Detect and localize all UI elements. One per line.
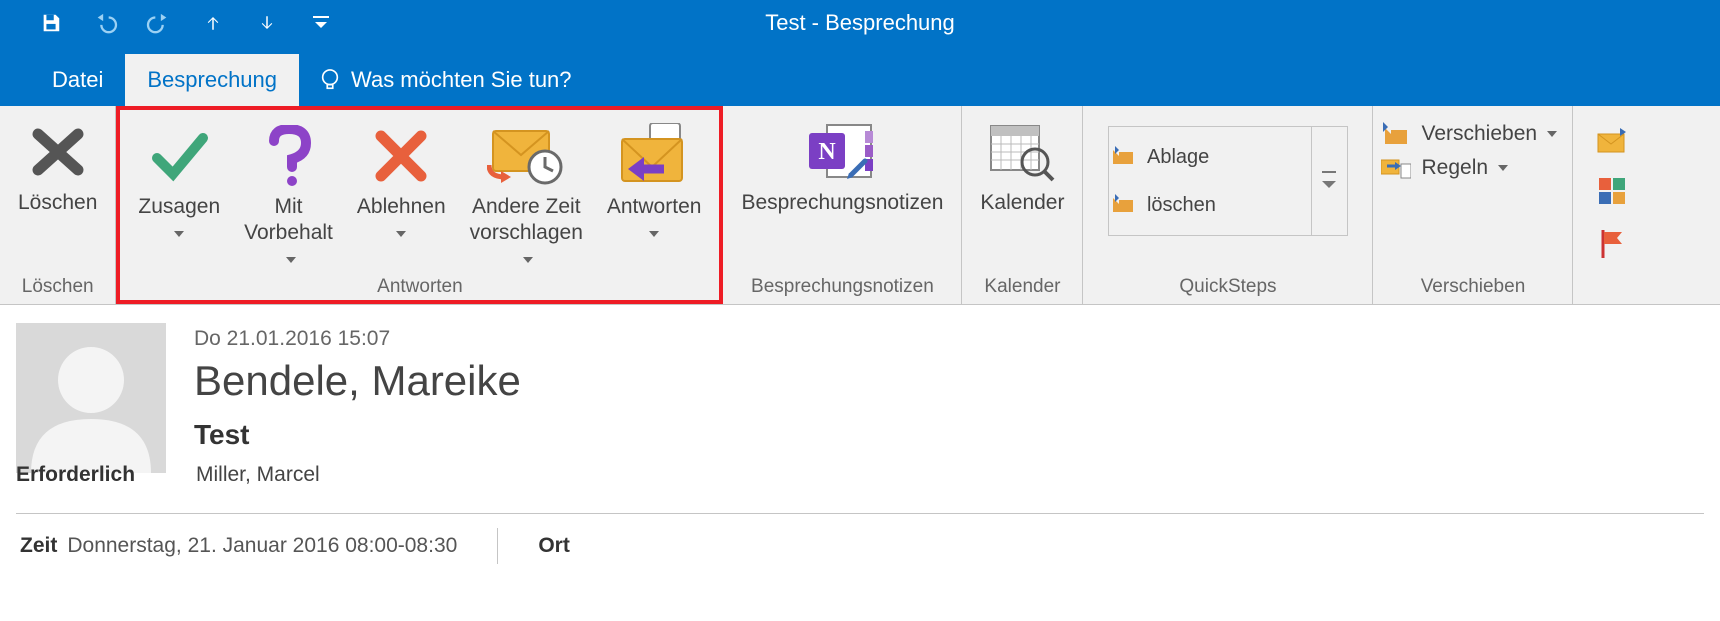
sender-avatar [16,323,166,473]
message-date: Do 21.01.2016 15:07 [194,327,1704,351]
delete-label: Löschen [18,190,97,216]
time-label: Zeit [20,534,57,558]
reply-dropdown[interactable] [649,222,659,245]
time-value: Donnerstag, 21. Januar 2016 08:00-08:30 [67,534,457,558]
question-icon [264,122,314,190]
lightbulb-icon [319,67,341,93]
x-icon [373,122,429,190]
quickstep-2-label: löschen [1147,194,1216,217]
rules-label: Regeln [1421,156,1488,180]
svg-text:N: N [819,139,837,165]
ribbon: Löschen Löschen Zusagen Mit Vorbehalt [0,106,1720,305]
folder-move-icon [1113,194,1139,216]
message-sender: Bendele, Mareike [194,357,1704,405]
group-edge [1573,106,1653,304]
separator [16,513,1704,514]
propose-label: Andere Zeit vorschlagen [470,194,583,247]
title-bar: Test - Besprechung [0,0,1720,46]
folder-move-icon [1113,146,1139,168]
meeting-time-row: Zeit Donnerstag, 21. Januar 2016 08:00-0… [16,528,1704,564]
decline-button[interactable]: Ablehnen [347,116,456,245]
accept-dropdown[interactable] [174,222,184,245]
redo-icon[interactable] [146,10,172,36]
quicksteps-expand[interactable] [1311,127,1347,235]
calendar-search-icon [987,118,1057,186]
required-label: Erforderlich [16,463,166,487]
decline-label: Ablehnen [357,194,446,220]
group-calendar: Kalender Kalender [962,106,1083,304]
tab-meeting[interactable]: Besprechung [125,54,299,106]
group-meeting-notes: N Besprechungsnotizen Besprechungsnotize… [723,106,962,304]
tentative-label: Mit Vorbehalt [244,194,333,247]
decline-dropdown[interactable] [396,222,406,245]
customize-qat-icon[interactable] [308,10,334,36]
divider [497,528,498,564]
required-value: Miller, Marcel [196,463,320,487]
group-notes-label: Besprechungsnotizen [731,272,953,304]
tab-strip: Datei Besprechung Was möchten Sie tun? [0,46,1720,106]
accept-button[interactable]: Zusagen [128,116,230,245]
accept-label: Zusagen [138,194,220,220]
group-quicksteps: Ablage löschen QuickSteps [1083,106,1373,304]
reply-label: Antworten [607,194,702,220]
calendar-label: Kalender [980,190,1064,216]
quick-access-toolbar [0,10,334,36]
checkmark-icon [149,122,209,190]
save-icon[interactable] [38,10,64,36]
move-label: Verschieben [1421,122,1537,146]
group-respond-label: Antworten [128,272,711,304]
follow-up-flag-icon[interactable] [1601,230,1625,266]
delete-icon [28,118,88,186]
meeting-notes-label: Besprechungsnotizen [741,190,943,216]
calendar-button[interactable]: Kalender [970,112,1074,216]
message-header: Do 21.01.2016 15:07 Bendele, Mareike Tes… [0,305,1720,564]
move-dropdown-icon [1547,131,1557,137]
group-delete-label: Löschen [8,272,107,304]
propose-time-button[interactable]: Andere Zeit vorschlagen [460,116,593,272]
group-move-label: Verschieben [1381,272,1564,304]
categorize-icon[interactable] [1599,178,1627,212]
rules-icon [1381,156,1411,180]
tell-me-label: Was möchten Sie tun? [351,67,572,93]
meeting-notes-button[interactable]: N Besprechungsnotizen [731,112,953,216]
rules-button[interactable]: Regeln [1381,156,1557,180]
tentative-dropdown[interactable] [286,249,296,272]
quickstep-1-label: Ablage [1147,146,1209,169]
group-delete: Löschen Löschen [0,106,116,304]
tentative-button[interactable]: Mit Vorbehalt [234,116,343,272]
onenote-icon: N [807,118,877,186]
mark-read-icon[interactable] [1596,128,1630,160]
rules-dropdown-icon [1498,165,1508,171]
next-item-icon[interactable] [254,10,280,36]
propose-dropdown[interactable] [523,249,533,272]
group-move: Verschieben Regeln Verschieben [1373,106,1573,304]
undo-icon[interactable] [92,10,118,36]
propose-time-icon [487,122,565,190]
location-label: Ort [538,534,570,558]
folder-move-icon [1381,122,1411,146]
quickstep-item-1[interactable]: Ablage [1113,146,1307,169]
group-respond: Zusagen Mit Vorbehalt Ablehnen [116,106,723,304]
tab-file[interactable]: Datei [30,54,125,106]
message-subject: Test [194,419,1704,451]
group-quicksteps-label: QuickSteps [1091,272,1364,304]
tell-me-search[interactable]: Was möchten Sie tun? [299,54,592,106]
previous-item-icon[interactable] [200,10,226,36]
quicksteps-gallery[interactable]: Ablage löschen [1108,126,1348,236]
move-button[interactable]: Verschieben [1381,122,1557,146]
reply-button[interactable]: Antworten [597,116,712,245]
quickstep-item-2[interactable]: löschen [1113,194,1307,217]
reply-icon [618,122,690,190]
delete-button[interactable]: Löschen [8,112,107,216]
group-calendar-label: Kalender [970,272,1074,304]
